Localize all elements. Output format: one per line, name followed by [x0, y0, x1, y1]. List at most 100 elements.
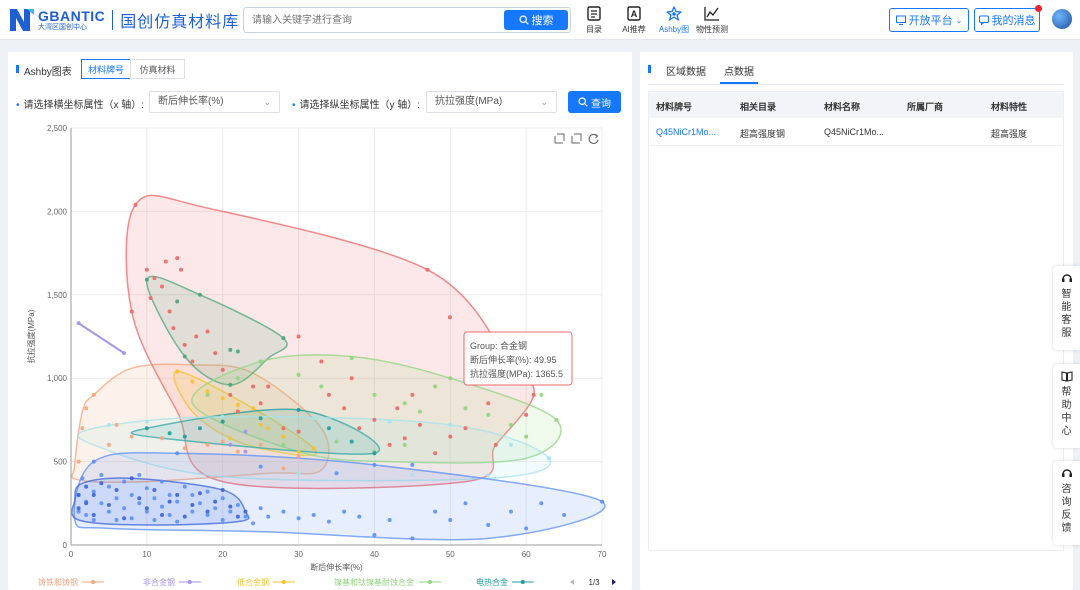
- data-point[interactable]: [342, 509, 347, 514]
- data-point[interactable]: [311, 512, 316, 517]
- data-point[interactable]: [175, 299, 180, 304]
- data-point[interactable]: [228, 382, 233, 387]
- data-point[interactable]: [137, 472, 142, 477]
- data-point[interactable]: [220, 496, 225, 501]
- data-point[interactable]: [205, 392, 210, 397]
- data-point[interactable]: [281, 509, 286, 514]
- data-point[interactable]: [160, 284, 165, 289]
- data-point[interactable]: [554, 417, 559, 422]
- data-point[interactable]: [167, 512, 172, 517]
- data-point[interactable]: [493, 442, 498, 447]
- data-point[interactable]: [190, 492, 195, 497]
- nav-ashby[interactable]: Ashby图: [654, 5, 694, 35]
- data-point[interactable]: [448, 422, 453, 427]
- smart-service-button[interactable]: 智能客服: [1053, 266, 1080, 350]
- data-point[interactable]: [76, 321, 81, 326]
- data-point[interactable]: [228, 442, 233, 447]
- data-point[interactable]: [114, 496, 119, 501]
- data-point[interactable]: [194, 334, 199, 339]
- data-point[interactable]: [524, 412, 529, 417]
- data-point[interactable]: [486, 401, 491, 406]
- data-point[interactable]: [319, 359, 324, 364]
- data-point[interactable]: [99, 472, 104, 477]
- data-point[interactable]: [448, 517, 453, 522]
- data-point[interactable]: [433, 451, 438, 456]
- data-point[interactable]: [463, 426, 468, 431]
- data-point[interactable]: [410, 536, 415, 541]
- data-point[interactable]: [463, 406, 468, 411]
- data-point[interactable]: [410, 392, 415, 397]
- data-point[interactable]: [175, 499, 180, 504]
- data-point[interactable]: [508, 422, 513, 427]
- data-point[interactable]: [163, 259, 168, 264]
- data-point[interactable]: [243, 449, 248, 454]
- data-point[interactable]: [106, 484, 111, 489]
- data-point[interactable]: [76, 459, 81, 464]
- data-point[interactable]: [148, 296, 153, 301]
- data-point[interactable]: [235, 409, 240, 414]
- data-point[interactable]: [251, 521, 256, 526]
- data-point[interactable]: [91, 392, 96, 397]
- data-point[interactable]: [190, 379, 195, 384]
- data-point[interactable]: [425, 267, 430, 272]
- data-point[interactable]: [258, 506, 263, 511]
- data-point[interactable]: [266, 426, 271, 431]
- data-point[interactable]: [99, 501, 104, 506]
- legend-item[interactable]: 非合金钢: [143, 577, 201, 587]
- legend-item[interactable]: 低合金钢: [237, 577, 295, 587]
- data-point[interactable]: [486, 472, 491, 477]
- data-point[interactable]: [182, 434, 187, 439]
- data-point[interactable]: [213, 506, 218, 511]
- data-point[interactable]: [251, 384, 256, 389]
- data-point[interactable]: [486, 522, 491, 527]
- data-point[interactable]: [402, 442, 407, 447]
- data-point[interactable]: [334, 439, 339, 444]
- avatar[interactable]: [1052, 9, 1072, 29]
- data-point[interactable]: [220, 419, 225, 424]
- data-point[interactable]: [508, 442, 513, 447]
- search-input[interactable]: [244, 8, 504, 32]
- data-point[interactable]: [91, 517, 96, 522]
- data-point[interactable]: [220, 439, 225, 444]
- data-point[interactable]: [281, 442, 286, 447]
- data-point[interactable]: [228, 509, 233, 514]
- data-point[interactable]: [448, 434, 453, 439]
- data-point[interactable]: [258, 464, 263, 469]
- data-point[interactable]: [144, 419, 149, 424]
- data-point[interactable]: [129, 309, 134, 314]
- data-point[interactable]: [133, 202, 138, 207]
- data-point[interactable]: [167, 431, 172, 436]
- data-point[interactable]: [243, 514, 248, 519]
- legend-next-icon[interactable]: [612, 579, 616, 585]
- column-header-grade[interactable]: 材料牌号: [656, 100, 692, 113]
- data-point[interactable]: [228, 347, 233, 352]
- data-point[interactable]: [326, 519, 331, 524]
- data-point[interactable]: [152, 487, 157, 492]
- open-platform-dropdown[interactable]: 开放平台 ⌄: [889, 8, 969, 32]
- data-point[interactable]: [251, 406, 256, 411]
- data-point[interactable]: [600, 499, 604, 504]
- data-point[interactable]: [311, 446, 316, 451]
- data-point[interactable]: [220, 517, 225, 522]
- data-point[interactable]: [197, 426, 202, 431]
- data-point[interactable]: [175, 451, 180, 456]
- data-point[interactable]: [296, 471, 301, 476]
- data-point[interactable]: [311, 416, 316, 421]
- data-point[interactable]: [349, 356, 354, 361]
- column-header-manufacturer[interactable]: 所属厂商: [907, 100, 943, 113]
- data-point[interactable]: [84, 512, 89, 517]
- data-point[interactable]: [91, 459, 96, 464]
- group-region-2[interactable]: [78, 322, 125, 355]
- data-point[interactable]: [213, 499, 218, 504]
- data-point[interactable]: [91, 492, 96, 497]
- data-point[interactable]: [106, 422, 111, 427]
- data-point[interactable]: [546, 456, 551, 461]
- data-point[interactable]: [402, 436, 407, 441]
- data-point[interactable]: [106, 502, 111, 507]
- feedback-button[interactable]: 咨询反馈: [1053, 461, 1080, 545]
- data-point[interactable]: [334, 471, 339, 476]
- data-point[interactable]: [84, 406, 89, 411]
- data-point[interactable]: [463, 501, 468, 506]
- data-point[interactable]: [243, 429, 248, 434]
- chart-legend[interactable]: 铸铁和铸钢 非合金钢 低合金钢 镍基和钛镍基耐蚀合金 电热合金 1/3: [38, 577, 616, 587]
